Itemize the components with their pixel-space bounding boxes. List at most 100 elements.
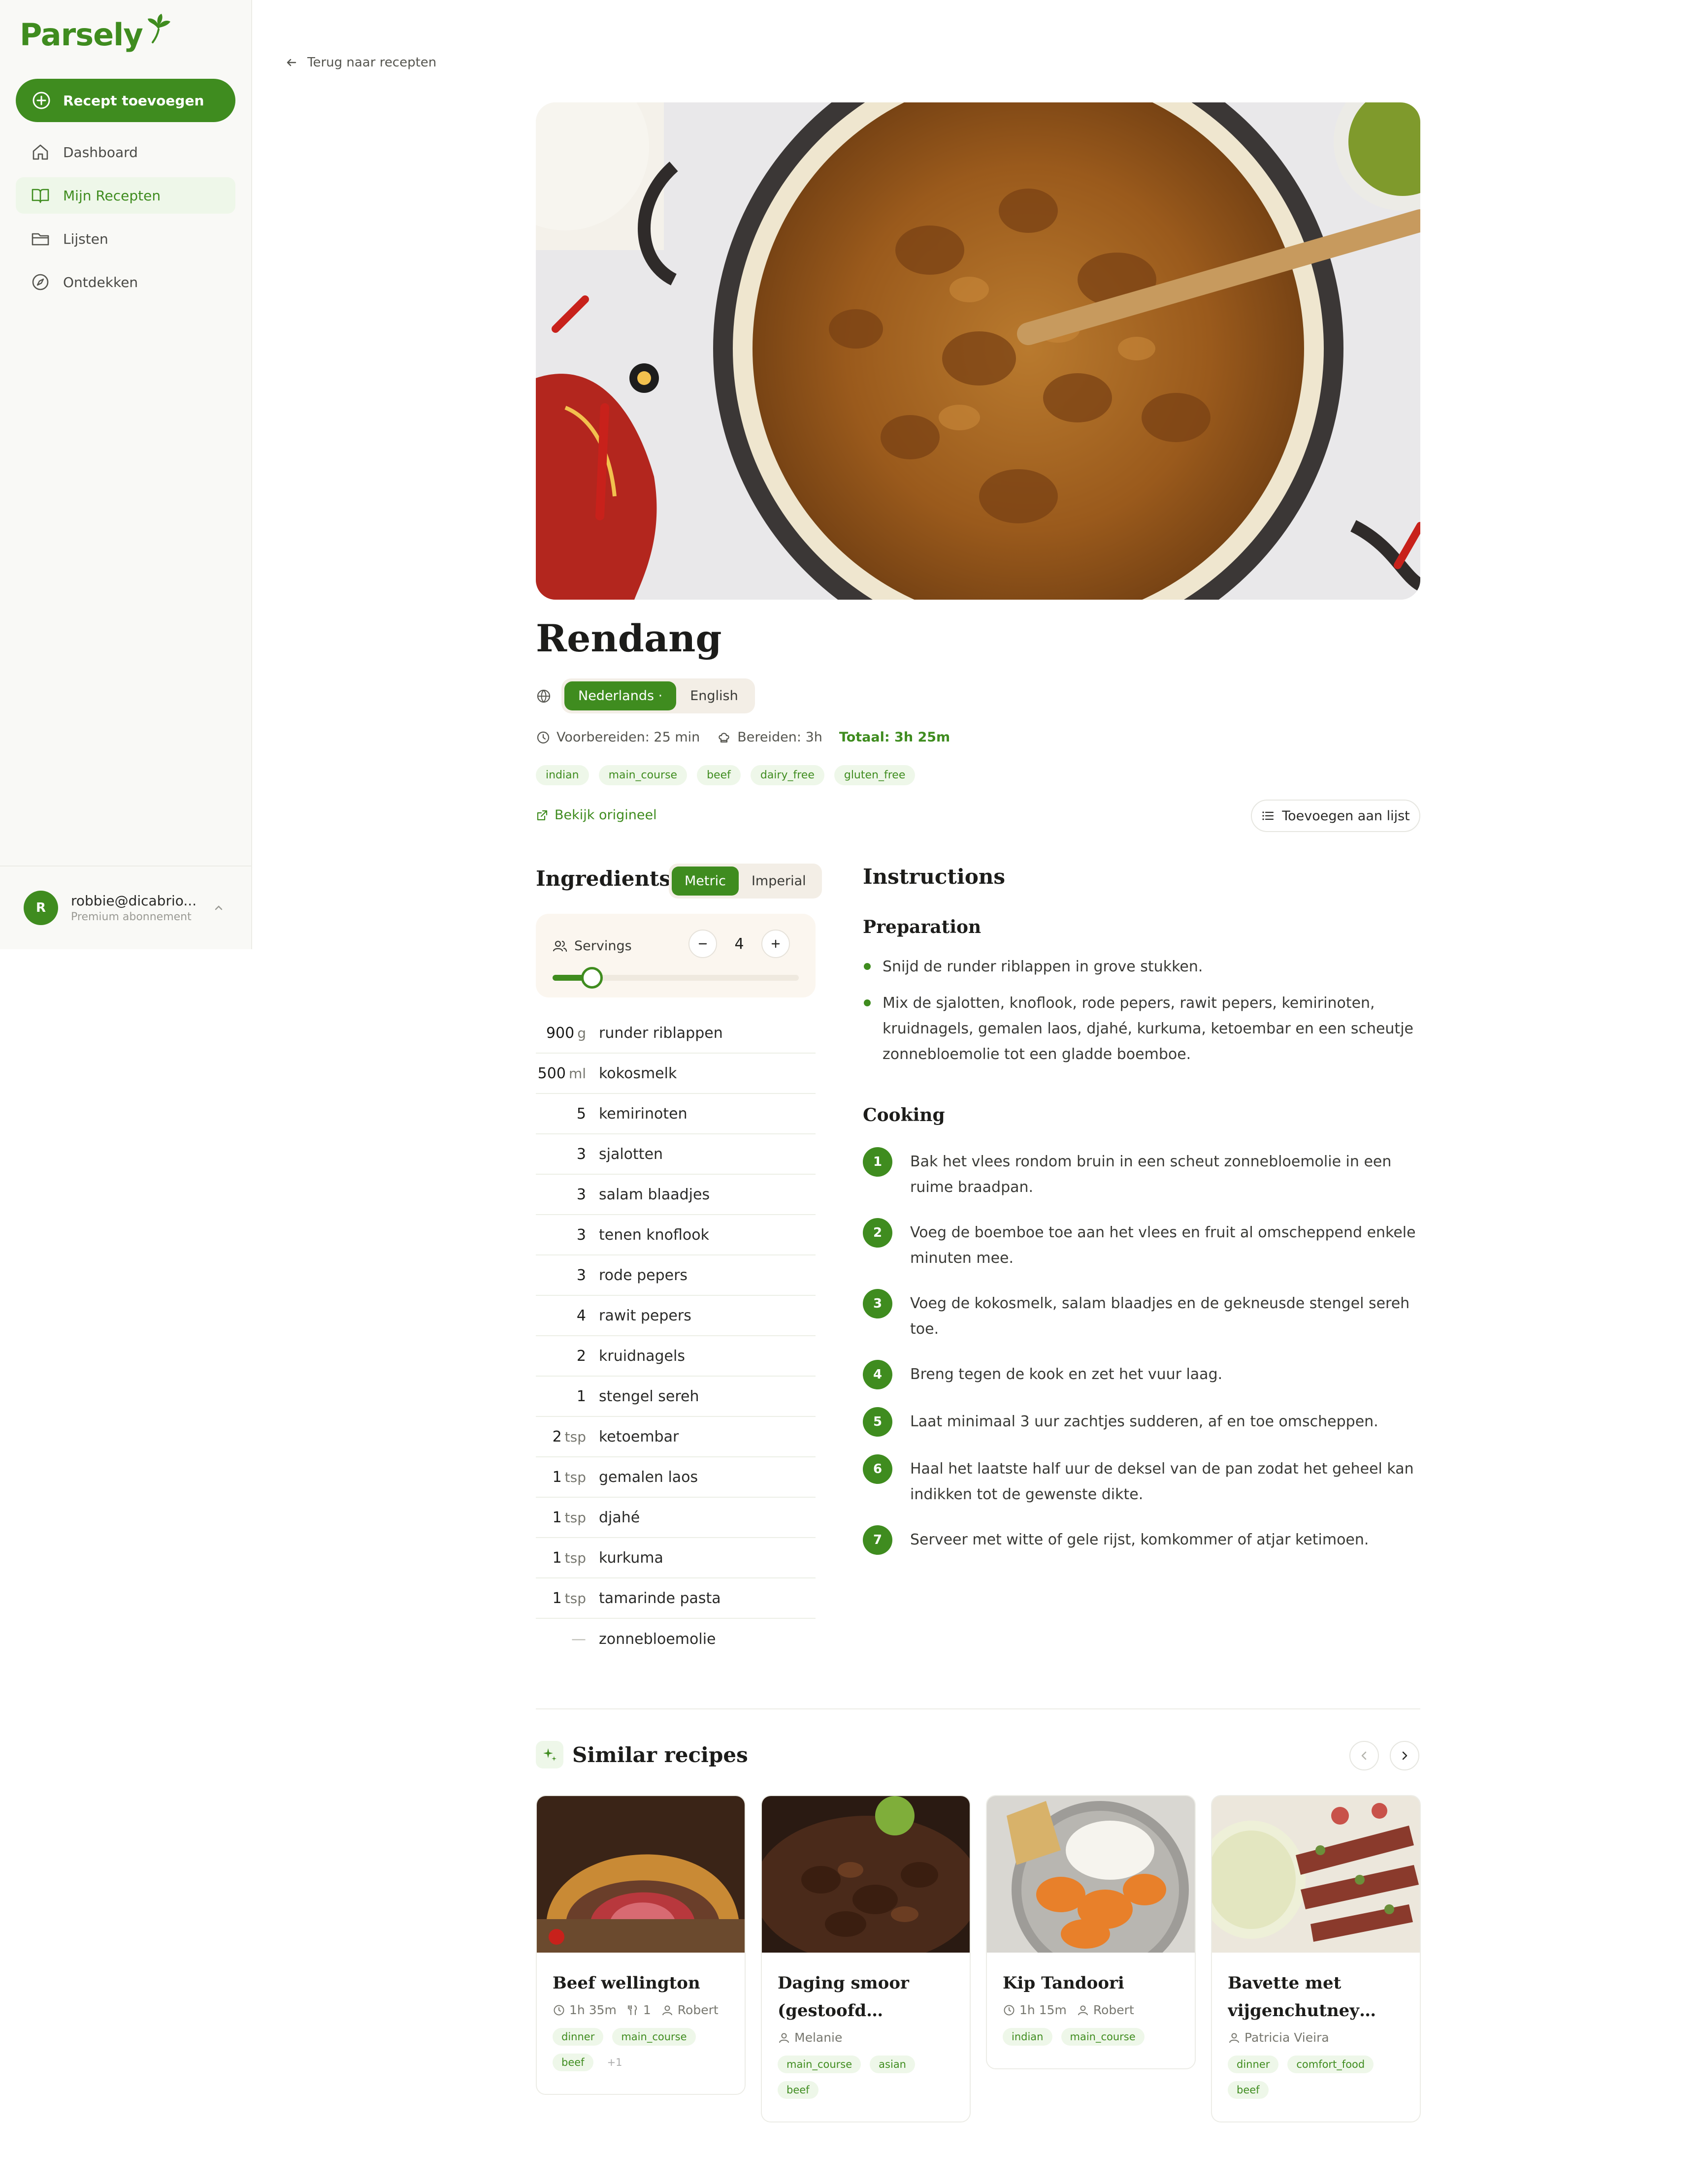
recipe-card[interactable]: Kip Tandoori 1h 15m Robert indian main_c… [986,1795,1196,2069]
recipe-card-title: Beef wellington [553,1973,700,1993]
tag[interactable]: main_course [612,2028,696,2046]
tag[interactable]: beef [553,2054,593,2071]
card-author-label: Robert [1093,2003,1134,2017]
similar-recipes-heading: Similar recipes [572,1742,748,1767]
ingredient-amount: 1 tsp [536,1549,599,1567]
utensils-icon [627,2005,637,2015]
card-servings: 1 [626,2003,651,2017]
preparation-heading: Preparation [863,917,982,937]
carousel-prev-button[interactable] [1349,1741,1379,1770]
tag[interactable]: gluten_free [834,765,916,785]
ingredient-quantity: 1 [552,1549,562,1567]
unit-option-imperial[interactable]: Imperial [739,867,819,896]
unit-option-metric[interactable]: Metric [672,867,739,896]
step-text: Voeg de boemboe toe aan het vlees en fru… [910,1224,1416,1267]
decrease-servings-button[interactable] [688,930,717,958]
users-icon [553,940,567,952]
user-icon [779,2033,789,2043]
recipe-times: Voorbereiden: 25 min Bereiden: 3h Totaal… [536,730,967,745]
chevron-up-icon[interactable] [212,901,226,915]
tag[interactable]: comfort_food [1287,2056,1374,2073]
servings-label-group: Servings [553,938,632,954]
user-menu[interactable]: R robbie@dicabrio... Premium abonnement [0,866,251,949]
ingredient-quantity: 900 [546,1024,575,1042]
step-number: 2 [863,1218,892,1248]
recipe-card-meta: Melanie [778,2030,954,2045]
ingredient-name: kurkuma [599,1549,663,1567]
tag[interactable]: dairy_free [750,765,824,785]
step-text: Bak het vlees rondom bruin in een scheut… [910,1153,1392,1196]
ingredient-name: sjalotten [599,1145,663,1163]
ingredient-amount: 1 [536,1388,599,1405]
recipe-card[interactable]: Bavette met vijgenchutney en... Patricia… [1211,1795,1421,2122]
back-link[interactable]: Terug naar recepten [285,55,436,70]
servings-stepper: 4 [688,930,790,958]
tag[interactable]: asian [870,2056,915,2073]
ingredient-row: 4 rawit pepers [536,1296,816,1336]
chef-hat-icon [719,732,729,742]
recipe-card-body: Bavette met vijgenchutney en... Patricia… [1212,1953,1420,2121]
tag[interactable]: indian [536,765,589,785]
tag[interactable]: dinner [1228,2056,1279,2073]
add-to-list-button[interactable]: Toevoegen aan lijst [1251,800,1420,832]
logo[interactable]: Parsely [20,13,172,53]
recipe-card-tags: main_course asian beef [778,2056,954,2107]
sidebar-item-discover[interactable]: Ontdekken [16,264,235,300]
sidebar-item-dashboard[interactable]: Dashboard [16,134,235,170]
tag[interactable]: main_course [598,765,687,785]
card-servings-label: 1 [643,2003,651,2017]
unit-toggle: Metric Imperial [669,864,822,899]
tag[interactable]: beef [778,2081,818,2099]
ingredient-row: 1 tsp djahé [536,1498,816,1538]
carousel-next-button[interactable] [1390,1741,1419,1770]
tag[interactable]: dinner [553,2028,604,2046]
ingredient-unit: tsp [564,1428,586,1445]
sidebar-item-label: Ontdekken [63,274,138,290]
recipe-card[interactable]: Beef wellington 1h 35m 1 Robert dinner m… [536,1795,746,2095]
cooking-step: 2 Voeg de boemboe toe aan het vlees en f… [863,1218,1424,1271]
cook-time: Bereiden: 3h [717,730,822,745]
ingredient-name: stengel sereh [599,1387,699,1405]
ingredient-unit: tsp [564,1469,586,1485]
language-switch: Nederlands · English [536,678,755,713]
tag[interactable]: indian [1003,2028,1052,2046]
compass-icon [32,274,49,290]
increase-servings-button[interactable] [761,930,790,958]
step-text: Breng tegen de kook en zet het vuur laag… [910,1366,1223,1383]
ingredient-quantity: 2 [576,1347,586,1365]
add-recipe-button[interactable]: Recept toevoegen [16,79,235,122]
sidebar-item-label: Lijsten [63,230,108,247]
clock-icon [537,731,550,743]
step-text: Voeg de kokosmelk, salam blaadjes en de … [910,1295,1410,1338]
language-option-nl[interactable]: Nederlands · [564,681,677,710]
preparation-item: Snijd de runder riblappen in grove stukk… [863,954,1414,980]
ingredient-row: 5 kemirinoten [536,1094,816,1134]
minus-icon [698,943,707,945]
card-author: Robert [1077,2003,1134,2017]
recipe-card-body: Daging smoor (gestoofd rundvle... Melani… [762,1953,970,2121]
step-number: 6 [863,1454,892,1484]
sidebar-item-lists[interactable]: Lijsten [16,221,235,257]
card-author: Melanie [778,2030,842,2045]
sparkles-icon [536,1741,563,1768]
servings-slider[interactable] [553,967,799,989]
ingredient-row: 500 ml kokosmelk [536,1054,816,1094]
ingredient-amount: 1 tsp [536,1509,599,1526]
chevron-left-icon [1361,1751,1367,1760]
ingredient-row: 1 stengel sereh [536,1377,816,1417]
recipe-card-body: Beef wellington 1h 35m 1 Robert dinner m… [537,1953,745,2094]
sidebar-item-my-recipes[interactable]: Mijn Recepten [16,177,235,214]
ingredient-unit: tsp [564,1590,586,1606]
servings-slider-thumb[interactable] [581,967,603,989]
step-number: 1 [863,1147,892,1177]
recipe-card[interactable]: Daging smoor (gestoofd rundvle... Melani… [761,1795,971,2122]
ingredient-amount: 1 tsp [536,1469,599,1486]
step-number: 7 [863,1525,892,1555]
tag[interactable]: beef [697,765,741,785]
tag[interactable]: beef [1228,2081,1269,2099]
view-original-link[interactable]: Bekijk origineel [536,807,657,823]
language-option-en[interactable]: English [676,681,752,710]
step-text: Haal het laatste half uur de deksel van … [910,1460,1414,1503]
tag[interactable]: main_course [1061,2028,1145,2046]
tag[interactable]: main_course [778,2056,861,2073]
